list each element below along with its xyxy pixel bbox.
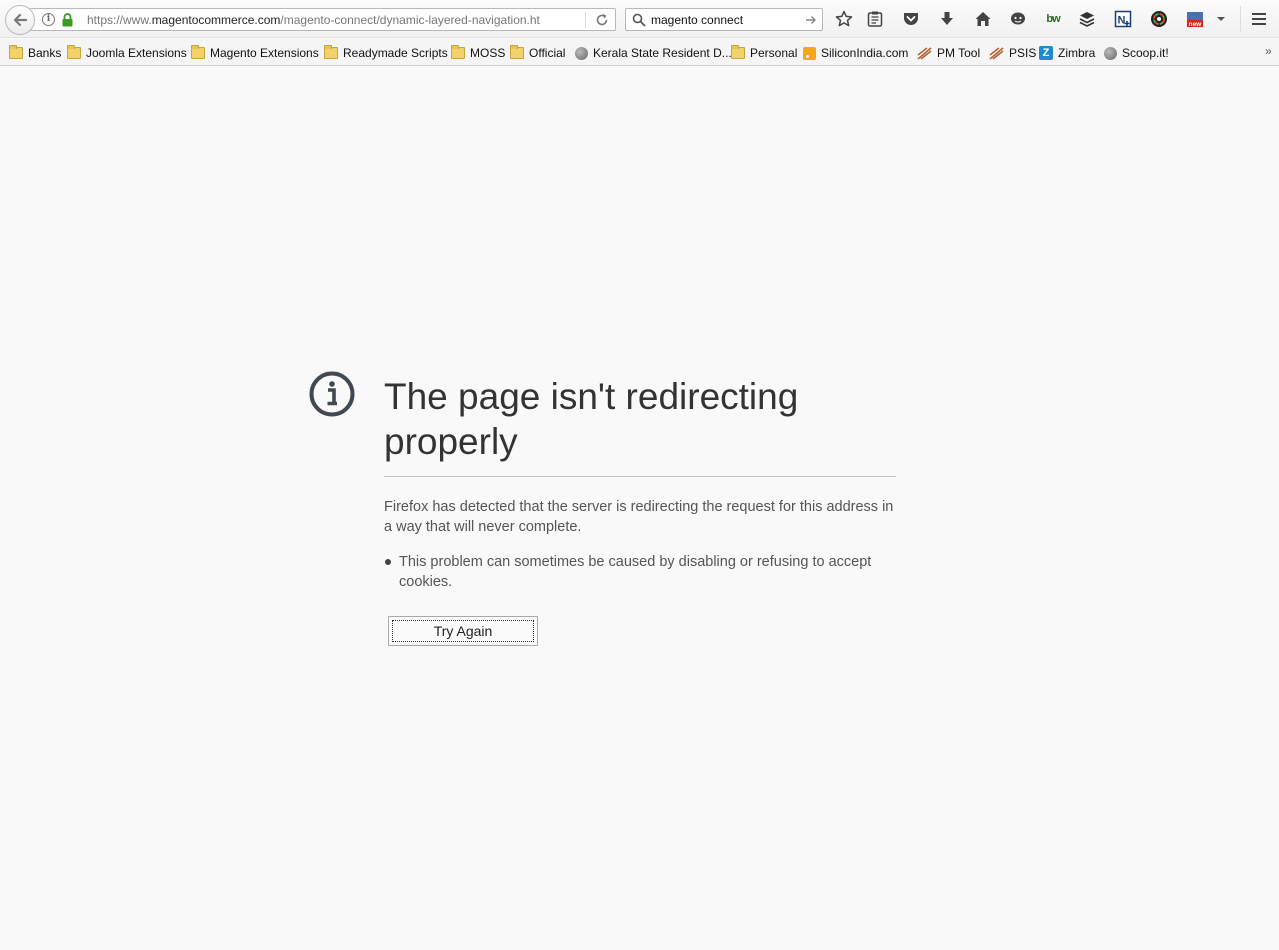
bookmark-label: PSIS (1009, 46, 1037, 60)
bookmark-joomla-extensions[interactable]: Joomla Extensions (67, 45, 187, 61)
info-icon[interactable]: i (42, 13, 55, 26)
bookmark-label: Official (529, 46, 566, 60)
go-arrow-icon[interactable] (804, 13, 818, 27)
svg-text:N: N (1118, 15, 1126, 27)
back-button[interactable] (5, 5, 35, 35)
search-icon[interactable] (632, 13, 646, 27)
info-circle-icon (309, 371, 355, 417)
folder-icon (191, 45, 205, 59)
error-suggestions: This problem can sometimes be caused by … (384, 552, 896, 592)
bookmark-label: Joomla Extensions (86, 46, 187, 60)
bookmark-label: Zimbra (1058, 46, 1096, 60)
bookmark-siliconindia[interactable]: SiliconIndia.com (803, 45, 908, 61)
zimbra-icon: Z (1039, 46, 1053, 60)
pmtool-icon (917, 46, 932, 60)
url-prefix: https://www. (87, 13, 152, 27)
folder-icon (510, 45, 524, 59)
bookmark-label: Kerala State Resident D... (593, 46, 732, 60)
bookmark-label: PM Tool (937, 46, 981, 60)
try-again-button[interactable]: Try Again (388, 616, 538, 646)
onenote-icon[interactable]: N (1113, 9, 1133, 29)
globe-icon (1104, 46, 1117, 60)
folder-icon (731, 45, 745, 59)
search-bar[interactable]: magento connect (625, 8, 823, 31)
bookmark-scoop-it[interactable]: Scoop.it! (1104, 45, 1169, 61)
url-bar[interactable]: i https://www.magentocommerce.com/magent… (30, 8, 616, 31)
bookmark-magento-extensions[interactable]: Magento Extensions (191, 45, 319, 61)
bookmark-label: Scoop.it! (1122, 46, 1169, 60)
bookmarks-toolbar: Banks Joomla Extensions Magento Extensio… (0, 39, 1279, 66)
bookmark-label: MOSS (470, 46, 506, 60)
download-icon[interactable] (937, 9, 957, 29)
bookmark-official[interactable]: Official (510, 45, 565, 61)
bookmark-zimbra[interactable]: Z Zimbra (1039, 45, 1095, 61)
toolbar-separator (1240, 6, 1241, 32)
url-domain: magentocommerce.com (151, 13, 281, 27)
bookmark-label: Readymade Scripts (343, 46, 448, 60)
bookmark-pm-tool[interactable]: PM Tool (917, 45, 980, 61)
bookmark-label: Personal (750, 46, 798, 60)
dropdown-icon[interactable] (1212, 9, 1230, 29)
folder-icon (324, 45, 338, 59)
bookmark-psis[interactable]: PSIS (989, 45, 1036, 61)
bookmark-readymade-scripts[interactable]: Readymade Scripts (324, 45, 448, 61)
title-divider (384, 476, 896, 477)
error-description: Firefox has detected that the server is … (384, 499, 894, 535)
chat-icon[interactable] (1008, 9, 1028, 29)
try-again-label: Try Again (392, 620, 534, 642)
pocket-icon[interactable] (901, 9, 921, 29)
rss-icon (803, 46, 816, 60)
menu-icon[interactable] (1249, 9, 1269, 29)
layers-icon[interactable] (1077, 9, 1097, 29)
search-input[interactable]: magento connect (651, 13, 743, 27)
pmtool-icon (989, 46, 1004, 60)
bookmark-label: Banks (28, 46, 62, 60)
list-item: This problem can sometimes be caused by … (384, 552, 896, 592)
bookmarks-overflow-button[interactable]: » (1265, 44, 1272, 58)
new-badge-icon[interactable]: new (1185, 9, 1205, 29)
nav-toolbar: i https://www.magentocommerce.com/magent… (0, 0, 1279, 38)
color-wheel-icon[interactable] (1149, 9, 1169, 29)
folder-icon (67, 45, 81, 59)
folder-icon (9, 45, 23, 59)
new-badge-label: new (1189, 21, 1203, 28)
reload-icon[interactable] (594, 12, 610, 28)
bookmark-moss[interactable]: MOSS (451, 45, 505, 61)
reading-list-icon[interactable] (865, 9, 885, 29)
bookmark-star-icon[interactable] (834, 9, 854, 29)
url-text[interactable]: https://www.magentocommerce.com/magento-… (87, 13, 583, 27)
page-title: The page isn't redirecting properly (384, 376, 799, 462)
home-icon[interactable] (973, 9, 993, 29)
bookmark-kerala-state-resident[interactable]: Kerala State Resident D... (575, 45, 732, 61)
globe-icon (575, 46, 588, 60)
bookmark-label: Magento Extensions (210, 46, 319, 60)
url-path: /magento-connect/dynamic-layered-navigat… (280, 13, 540, 27)
folder-icon (451, 45, 465, 59)
lock-icon[interactable] (62, 13, 73, 27)
bookmark-label: SiliconIndia.com (821, 46, 909, 60)
url-divider (585, 12, 586, 28)
bookmark-banks[interactable]: Banks (9, 45, 61, 61)
bookmark-personal[interactable]: Personal (731, 45, 797, 61)
bw-icon[interactable]: bw (1043, 9, 1063, 29)
bw-label: bw (1046, 13, 1060, 25)
back-icon (13, 13, 28, 27)
